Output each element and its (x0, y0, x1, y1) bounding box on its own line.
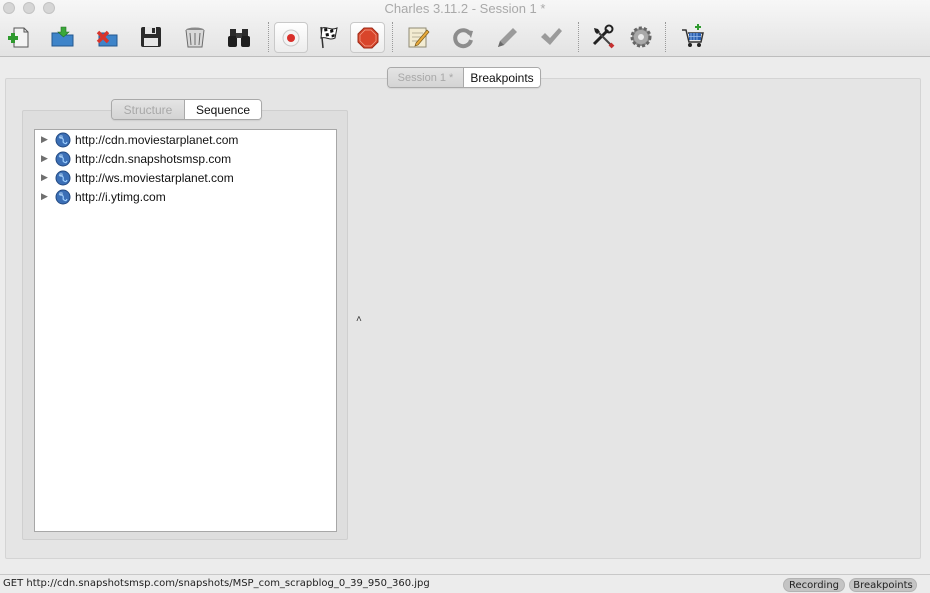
tab-structure[interactable]: Structure (112, 100, 184, 119)
settings-button[interactable] (626, 22, 656, 52)
shopping-cart-icon (682, 24, 704, 47)
gear-icon (630, 26, 652, 48)
session-tabs: Session 1 * Breakpoints (387, 67, 541, 88)
toolbar-separator (268, 22, 269, 52)
tree-row[interactable]: ▶ http://cdn.snapshotsmsp.com (35, 149, 336, 168)
throttle-button[interactable] (314, 22, 344, 52)
toolbar-separator (665, 22, 666, 52)
wrench-screwdriver-icon (592, 24, 615, 49)
tools-button[interactable] (588, 22, 618, 52)
disclosure-triangle-icon[interactable]: ▶ (41, 134, 48, 145)
validate-button[interactable] (536, 22, 566, 52)
trash-bin-icon (185, 27, 205, 48)
tree-row[interactable]: ▶ http://ws.moviestarplanet.com (35, 168, 336, 187)
tab-session[interactable]: Session 1 * (388, 68, 463, 87)
repeat-button[interactable] (448, 22, 478, 52)
window-toolbar: Charles 3.11.2 - Session 1 * (0, 0, 930, 57)
disclosure-triangle-icon[interactable]: ▶ (41, 172, 48, 183)
refresh-icon (453, 28, 473, 49)
save-session-button[interactable] (136, 22, 166, 52)
record-button[interactable] (274, 22, 308, 53)
checkered-flag-icon (320, 26, 338, 49)
window-title: Charles 3.11.2 - Session 1 * (384, 1, 546, 16)
host-label: http://cdn.moviestarplanet.com (75, 132, 239, 147)
disclosure-triangle-icon[interactable]: ▶ (41, 153, 48, 164)
globe-icon (55, 170, 71, 185)
globe-icon (55, 189, 71, 204)
breakpoints-toggle-button[interactable] (350, 22, 385, 53)
open-folder-icon (51, 26, 74, 47)
host-tree: ▶ http://cdn.moviestarplanet.com ▶ http:… (34, 129, 337, 532)
toolbar-separator (578, 22, 579, 52)
pencil-icon (498, 28, 517, 47)
open-session-button[interactable] (48, 22, 78, 52)
view-tabs: Structure Sequence (111, 99, 262, 120)
recording-status-button[interactable]: Recording (783, 578, 845, 592)
new-document-plus-icon (8, 27, 29, 48)
breakpoints-status-button[interactable]: Breakpoints (849, 578, 917, 592)
status-bar: GET http://cdn.snapshotsmsp.com/snapshot… (0, 574, 930, 593)
stop-sign-icon (357, 27, 378, 48)
host-label: http://cdn.snapshotsmsp.com (75, 151, 232, 166)
close-session-button[interactable] (92, 22, 122, 52)
status-message: GET http://cdn.snapshotsmsp.com/snapshot… (3, 578, 430, 589)
record-icon (282, 29, 300, 46)
disclosure-triangle-icon[interactable]: ▶ (41, 191, 48, 202)
edit-button[interactable] (492, 22, 522, 52)
new-session-button[interactable] (4, 22, 34, 52)
clear-session-button[interactable] (180, 22, 210, 52)
host-label: http://i.ytimg.com (75, 189, 166, 204)
tree-row[interactable]: ▶ http://i.ytimg.com (35, 187, 336, 206)
toolbar-separator (392, 22, 393, 52)
close-document-icon (96, 30, 118, 47)
host-label: http://ws.moviestarplanet.com (75, 170, 234, 185)
buy-button[interactable] (678, 22, 708, 52)
checkmark-icon (541, 28, 562, 45)
binoculars-icon (228, 29, 250, 47)
floppy-disk-icon (141, 27, 161, 47)
split-pane-divider-handle[interactable]: ˄ (356, 314, 362, 325)
globe-icon (55, 151, 71, 166)
tab-breakpoints[interactable]: Breakpoints (463, 68, 540, 87)
globe-icon (55, 132, 71, 147)
tab-sequence[interactable]: Sequence (184, 100, 261, 119)
find-button[interactable] (224, 22, 254, 52)
pencil-notepad-icon (408, 27, 430, 48)
tree-row[interactable]: ▶ http://cdn.moviestarplanet.com (35, 130, 336, 149)
compose-button[interactable] (403, 22, 433, 52)
